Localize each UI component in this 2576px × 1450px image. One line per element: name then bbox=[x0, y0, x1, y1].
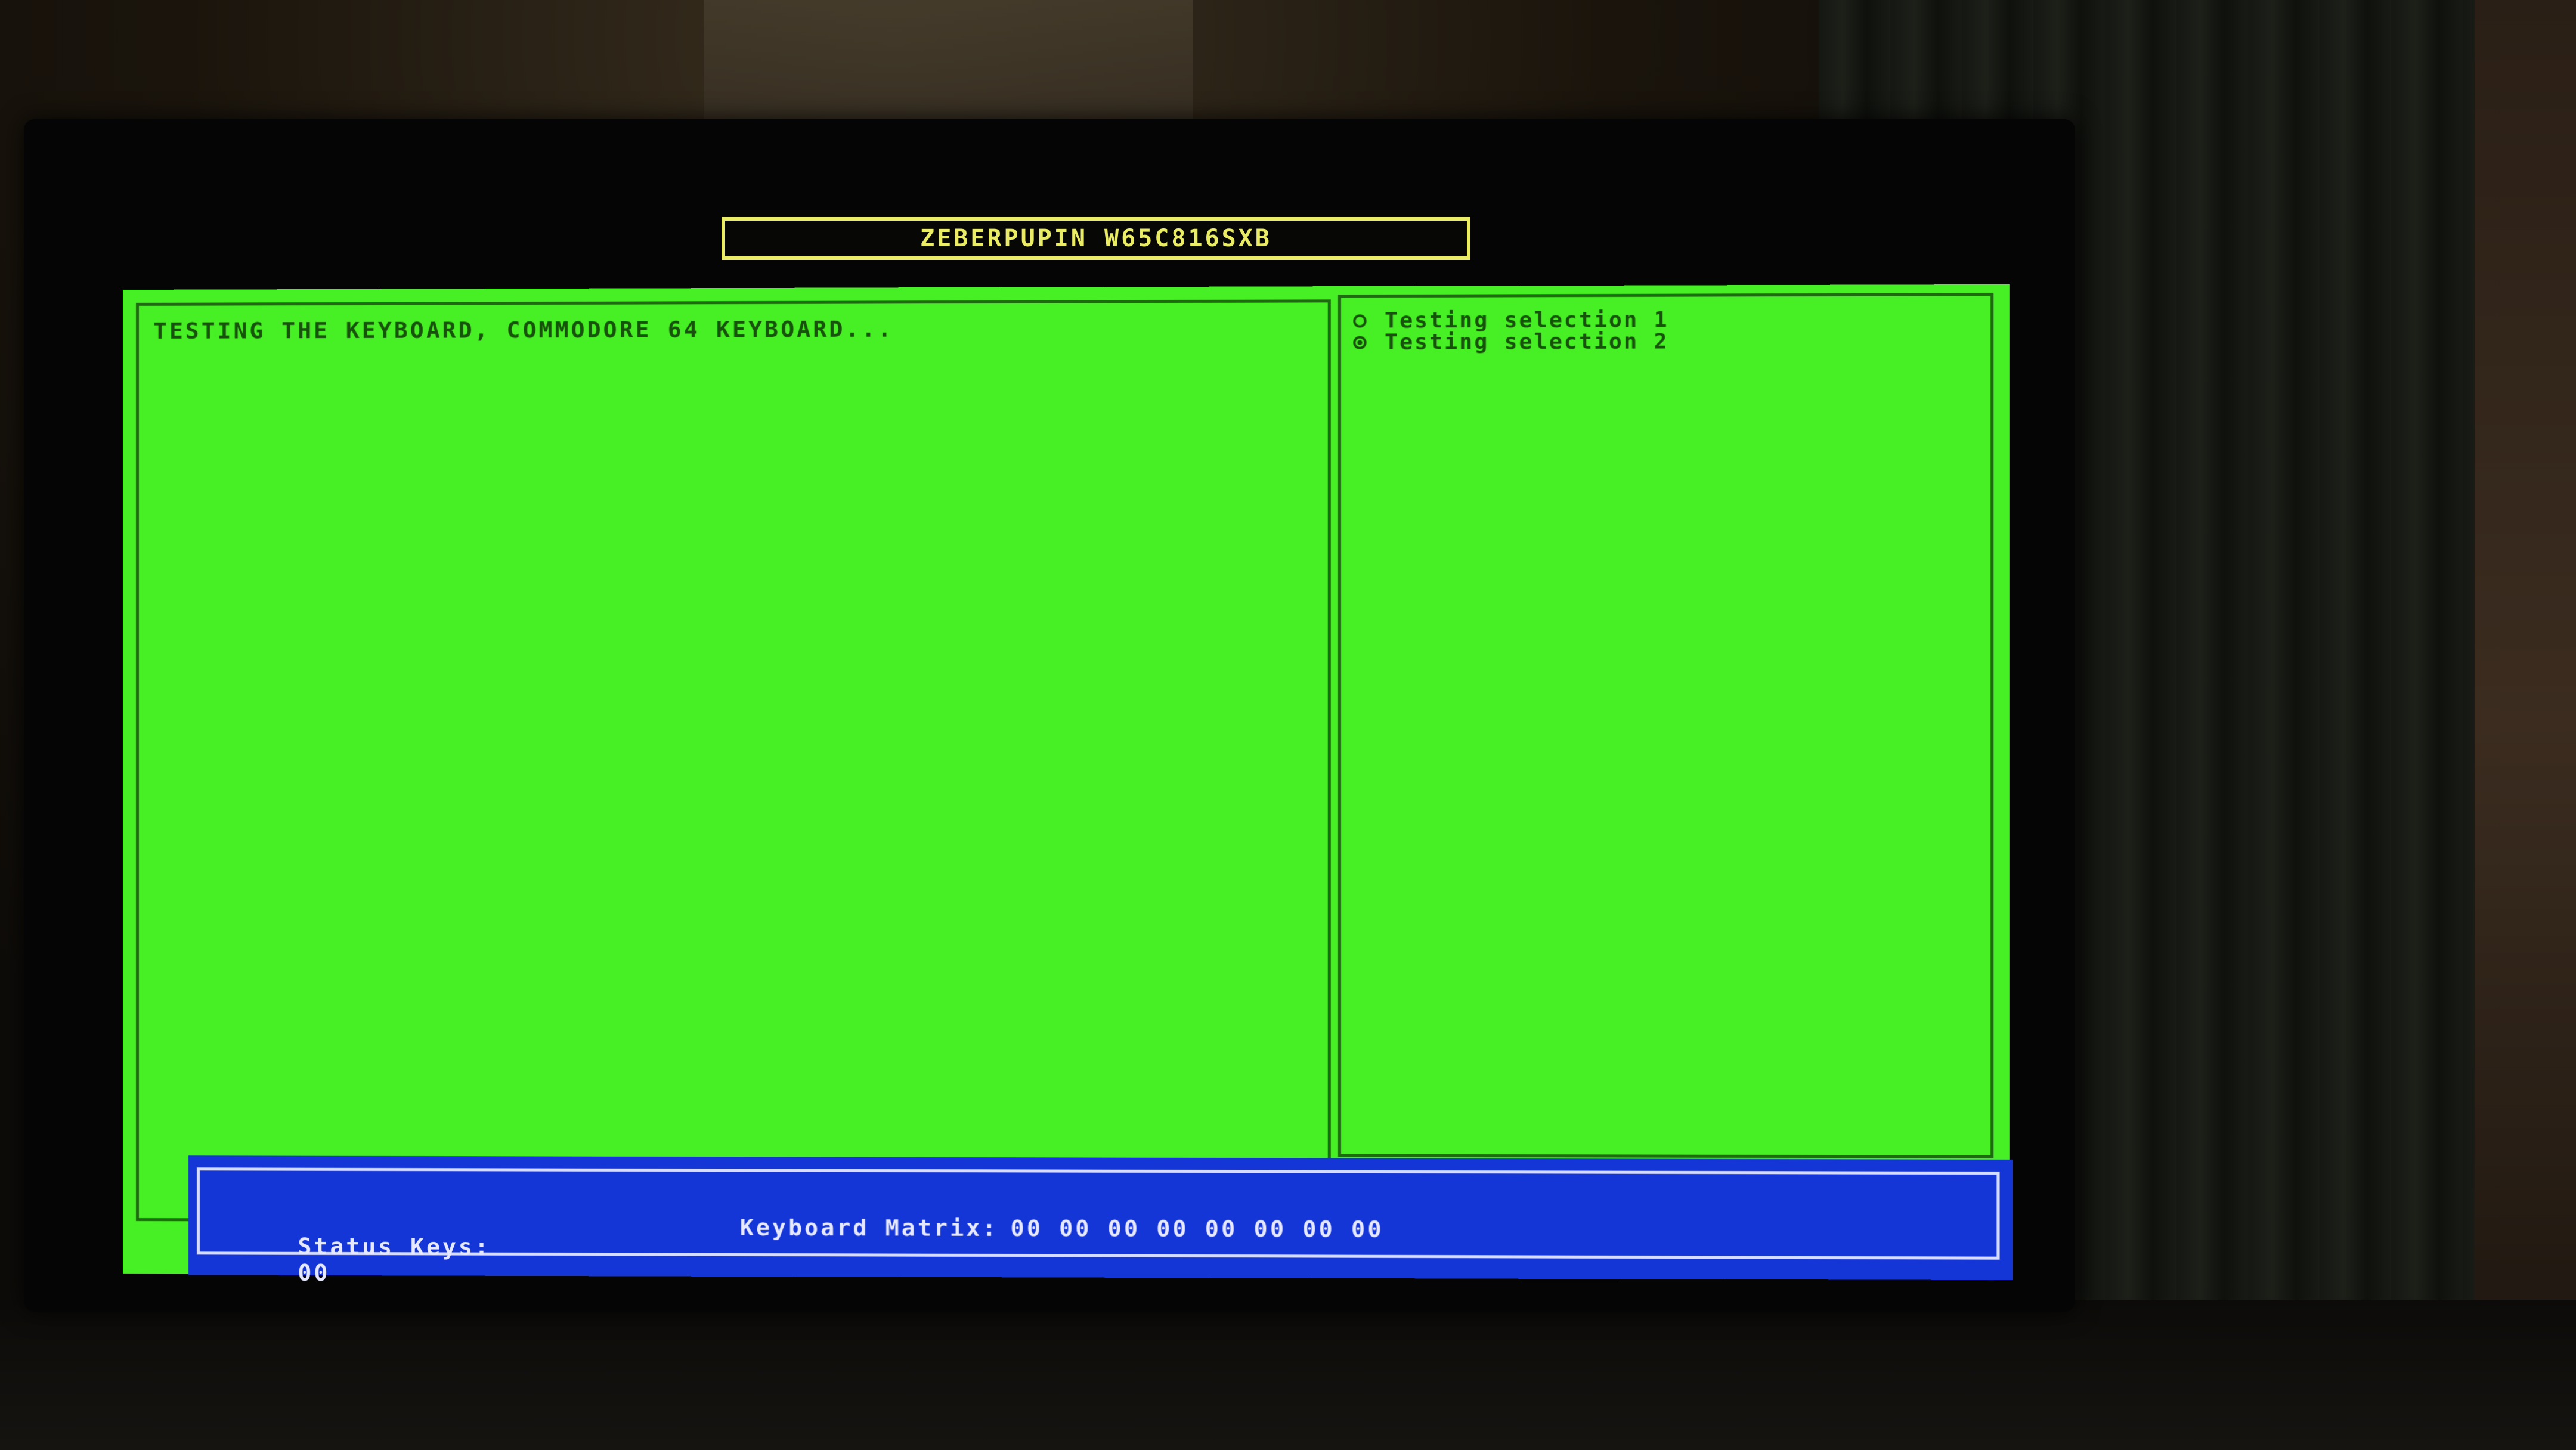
window-title-bar: ZEBERPUPIN W65C816SXB bbox=[722, 217, 1470, 260]
status-keys-label: Status Keys: bbox=[298, 1233, 491, 1260]
radio-checked-icon[interactable] bbox=[1353, 336, 1367, 349]
status-bar: Status Keys: 00 Keyboard Matrix: 00 00 00… bbox=[188, 1155, 2014, 1286]
status-keys-value: 00 bbox=[298, 1259, 330, 1287]
option-testing-selection-2[interactable]: Testing selection 2 bbox=[1353, 329, 1669, 355]
shelf bbox=[2475, 0, 2576, 1450]
screen-area: TESTING THE KEYBOARD, COMMODORE 64 KEYBO… bbox=[123, 284, 2014, 1286]
option-label: Testing selection 2 bbox=[1385, 329, 1669, 355]
status-keys: Status Keys: 00 bbox=[202, 1207, 491, 1313]
radio-unchecked-icon[interactable] bbox=[1353, 314, 1367, 328]
keyboard-matrix-value: 00 00 00 00 00 00 00 00 bbox=[1010, 1214, 1384, 1243]
keyboard-matrix: Keyboard Matrix: 00 00 00 00 00 00 00 00 bbox=[643, 1188, 1384, 1269]
desk bbox=[0, 1300, 2576, 1450]
log-message: TESTING THE KEYBOARD, COMMODORE 64 KEYBO… bbox=[153, 315, 894, 344]
keyboard-matrix-label: Keyboard Matrix: bbox=[739, 1214, 999, 1241]
wall-calendar bbox=[704, 0, 1193, 119]
log-panel: TESTING THE KEYBOARD, COMMODORE 64 KEYBO… bbox=[135, 299, 1331, 1225]
window-title: ZEBERPUPIN W65C816SXB bbox=[920, 225, 1272, 252]
selection-panel: Testing selection 1 Testing selection 2 bbox=[1337, 293, 1994, 1158]
